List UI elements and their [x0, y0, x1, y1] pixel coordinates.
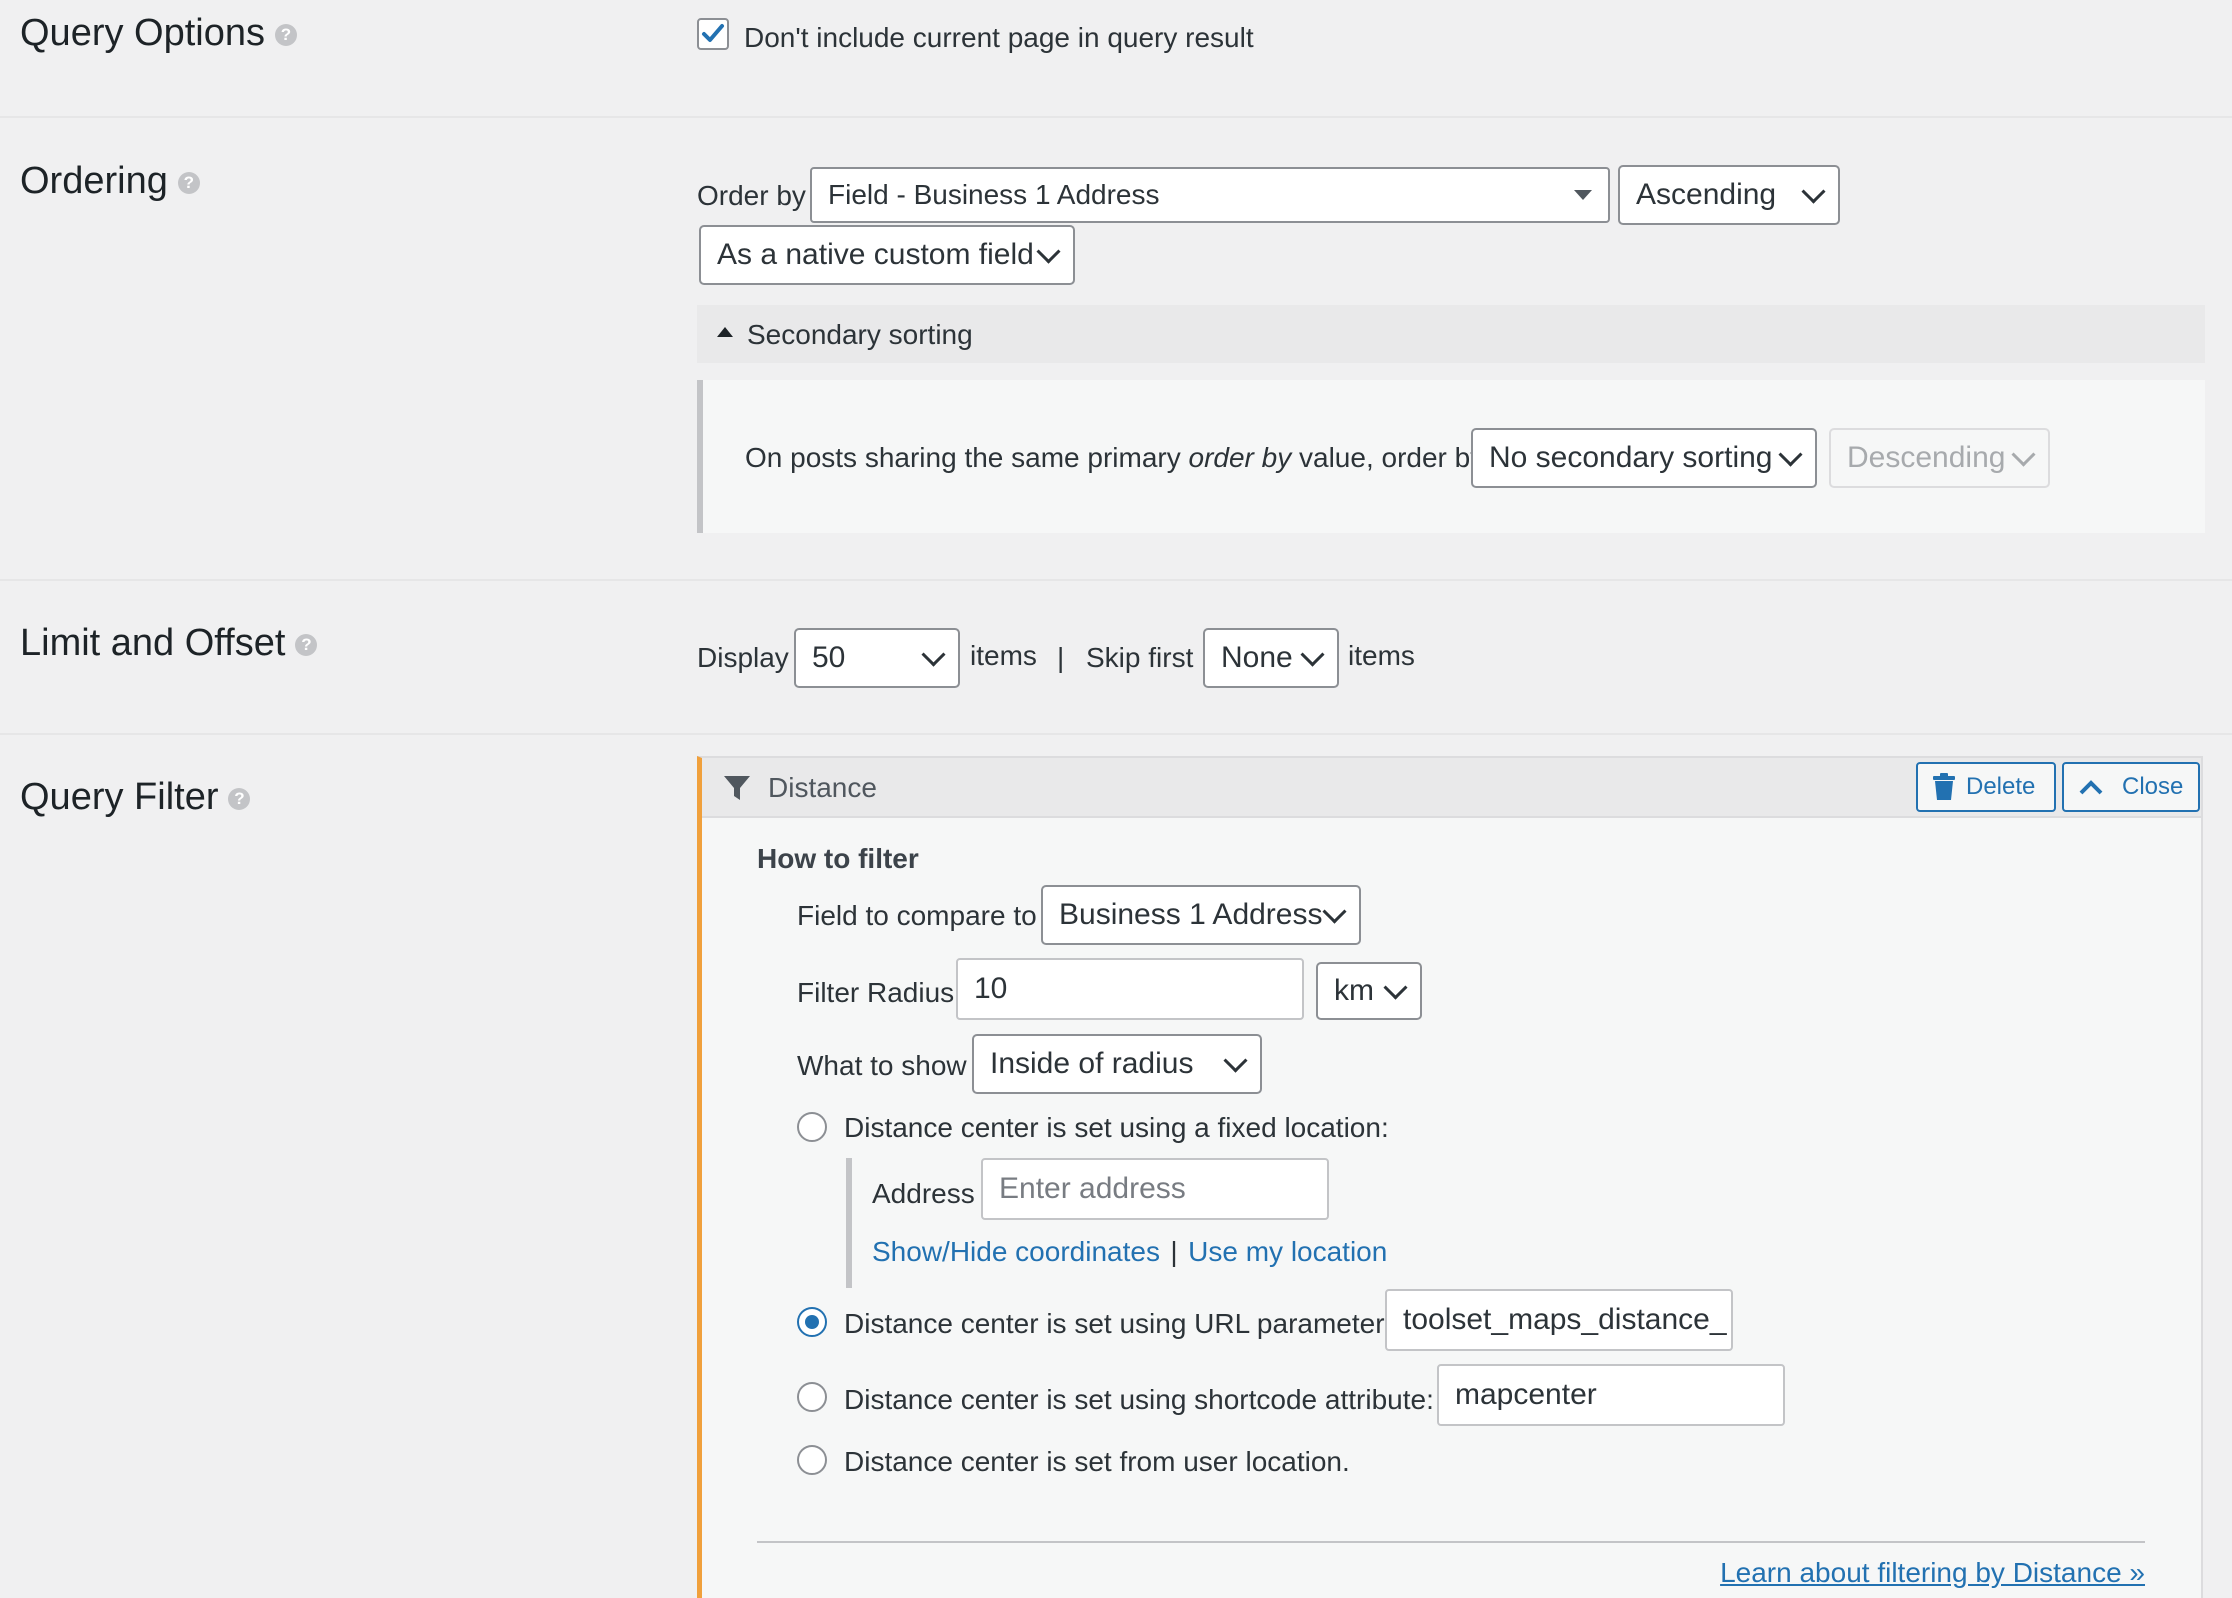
order-direction-select[interactable]: Ascending	[1618, 165, 1840, 225]
secondary-direction-value: Descending	[1847, 441, 2006, 474]
separator: |	[1057, 642, 1065, 673]
order-by-value: Field - Business 1 Address	[828, 179, 1160, 210]
dropdown-arrow-icon	[1574, 190, 1592, 200]
display-count-select[interactable]: 50	[794, 628, 960, 688]
query-options-title-text: Query Options	[20, 12, 265, 54]
address-links: Show/Hide coordinates | Use my location	[872, 1236, 1387, 1268]
chevron-down-icon	[1300, 642, 1325, 667]
radio-shortcode-attribute-label[interactable]: Distance center is set using shortcode a…	[844, 1384, 1434, 1416]
secondary-sorting-toggle[interactable]: Secondary sorting	[697, 305, 2205, 363]
ordering-title: Ordering?	[20, 160, 200, 203]
checkmark-icon	[702, 24, 724, 42]
shortcode-attribute-value: mapcenter	[1455, 1378, 1597, 1411]
skip-first-value: None	[1221, 641, 1293, 674]
shortcode-attribute-input[interactable]: mapcenter	[1437, 1364, 1785, 1426]
skip-first-select[interactable]: None	[1203, 628, 1339, 688]
limit-offset-title-text: Limit and Offset	[20, 622, 286, 664]
section-divider	[0, 579, 2232, 581]
what-to-show-select[interactable]: Inside of radius	[972, 1034, 1262, 1094]
exclude-current-checkbox[interactable]	[697, 18, 729, 50]
ordering-title-text: Ordering	[20, 160, 168, 202]
exclude-current-label[interactable]: Don't include current page in query resu…	[744, 22, 1254, 54]
delete-button-label: Delete	[1966, 773, 2036, 800]
help-icon[interactable]: ?	[295, 633, 318, 656]
items-label-2: items	[1348, 640, 1415, 671]
field-type-value: As a native custom field	[717, 238, 1034, 271]
delete-button[interactable]: Delete	[1916, 762, 2056, 812]
field-compare-select[interactable]: Business 1 Address	[1041, 885, 1361, 945]
help-icon[interactable]: ?	[275, 23, 297, 46]
url-parameter-input[interactable]: toolset_maps_distance_	[1385, 1289, 1733, 1351]
section-divider	[0, 733, 2232, 735]
display-count-value: 50	[812, 641, 846, 674]
radius-value: 10	[974, 972, 1008, 1005]
field-type-select[interactable]: As a native custom field	[699, 225, 1075, 285]
skip-first-label: Skip first	[1086, 642, 1194, 673]
query-filter-title-text: Query Filter	[20, 776, 219, 818]
help-icon[interactable]: ?	[177, 171, 200, 194]
chevron-down-icon	[1383, 975, 1408, 1000]
address-input[interactable]: Enter address	[981, 1158, 1329, 1220]
items-label: items	[970, 640, 1037, 671]
use-my-location-link[interactable]: Use my location	[1188, 1236, 1387, 1267]
radio-user-location[interactable]	[797, 1445, 827, 1475]
order-direction-value: Ascending	[1636, 178, 1777, 211]
chevron-down-icon	[921, 642, 946, 667]
secondary-sort-select[interactable]: No secondary sorting	[1471, 428, 1817, 488]
address-group-bar	[846, 1158, 852, 1288]
radio-url-parameter-label[interactable]: Distance center is set using URL paramet…	[844, 1308, 1392, 1340]
field-compare-value: Business 1 Address	[1059, 898, 1323, 931]
radio-fixed-location[interactable]	[797, 1112, 827, 1142]
trash-icon	[1933, 773, 1955, 800]
field-compare-label: Field to compare to	[797, 900, 1037, 931]
query-filter-title: Query Filter?	[20, 776, 251, 819]
order-by-select[interactable]: Field - Business 1 Address	[810, 167, 1610, 223]
radius-input[interactable]: 10	[956, 958, 1304, 1020]
query-options-title: Query Options?	[20, 12, 297, 55]
chevron-down-icon	[2011, 442, 2036, 467]
what-to-show-value: Inside of radius	[990, 1047, 1194, 1080]
chevron-down-icon	[1223, 1048, 1248, 1073]
secondary-sort-value: No secondary sorting	[1489, 441, 1773, 474]
radius-unit-select[interactable]: km	[1316, 962, 1422, 1020]
secondary-direction-select: Descending	[1829, 428, 2050, 488]
order-by-label: Order by	[697, 180, 806, 211]
learn-distance-link[interactable]: Learn about filtering by Distance »	[1720, 1557, 2145, 1589]
limit-offset-title: Limit and Offset?	[20, 622, 318, 665]
help-icon[interactable]: ?	[228, 787, 251, 810]
chevron-down-icon	[1778, 442, 1803, 467]
what-to-show-label: What to show	[797, 1050, 967, 1081]
address-placeholder: Enter address	[999, 1172, 1186, 1205]
radius-unit-value: km	[1334, 974, 1374, 1007]
display-label: Display	[697, 642, 789, 673]
chevron-up-icon	[2079, 780, 2103, 795]
how-to-filter-heading: How to filter	[757, 843, 919, 874]
caret-up-icon	[717, 327, 733, 337]
show-hide-coordinates-link[interactable]: Show/Hide coordinates	[872, 1236, 1160, 1267]
secondary-sorting-label: Secondary sorting	[747, 319, 973, 350]
chevron-down-icon	[1322, 899, 1347, 924]
filter-panel-title: Distance	[768, 772, 877, 803]
url-parameter-value: toolset_maps_distance_	[1403, 1303, 1727, 1336]
address-label: Address	[872, 1178, 975, 1209]
close-button-label: Close	[2122, 773, 2184, 800]
section-divider	[0, 116, 2232, 118]
radio-shortcode-attribute[interactable]	[797, 1382, 827, 1412]
radio-user-location-label[interactable]: Distance center is set from user locatio…	[844, 1446, 1350, 1478]
secondary-text-after: value, order by	[1291, 442, 1485, 473]
radio-url-parameter[interactable]	[797, 1307, 827, 1337]
panel-footer-divider	[757, 1541, 2145, 1543]
chevron-down-icon	[1801, 179, 1826, 204]
secondary-text-em: order by	[1188, 442, 1292, 473]
secondary-sorting-text: On posts sharing the same primary order …	[745, 442, 1484, 474]
radius-label: Filter Radius	[797, 977, 955, 1008]
secondary-text-before: On posts sharing the same primary	[745, 442, 1189, 473]
link-separator: |	[1170, 1236, 1178, 1267]
filter-icon	[724, 776, 750, 800]
chevron-down-icon	[1036, 239, 1061, 264]
close-button[interactable]: Close	[2062, 762, 2200, 812]
radio-fixed-location-label[interactable]: Distance center is set using a fixed loc…	[844, 1112, 1389, 1144]
